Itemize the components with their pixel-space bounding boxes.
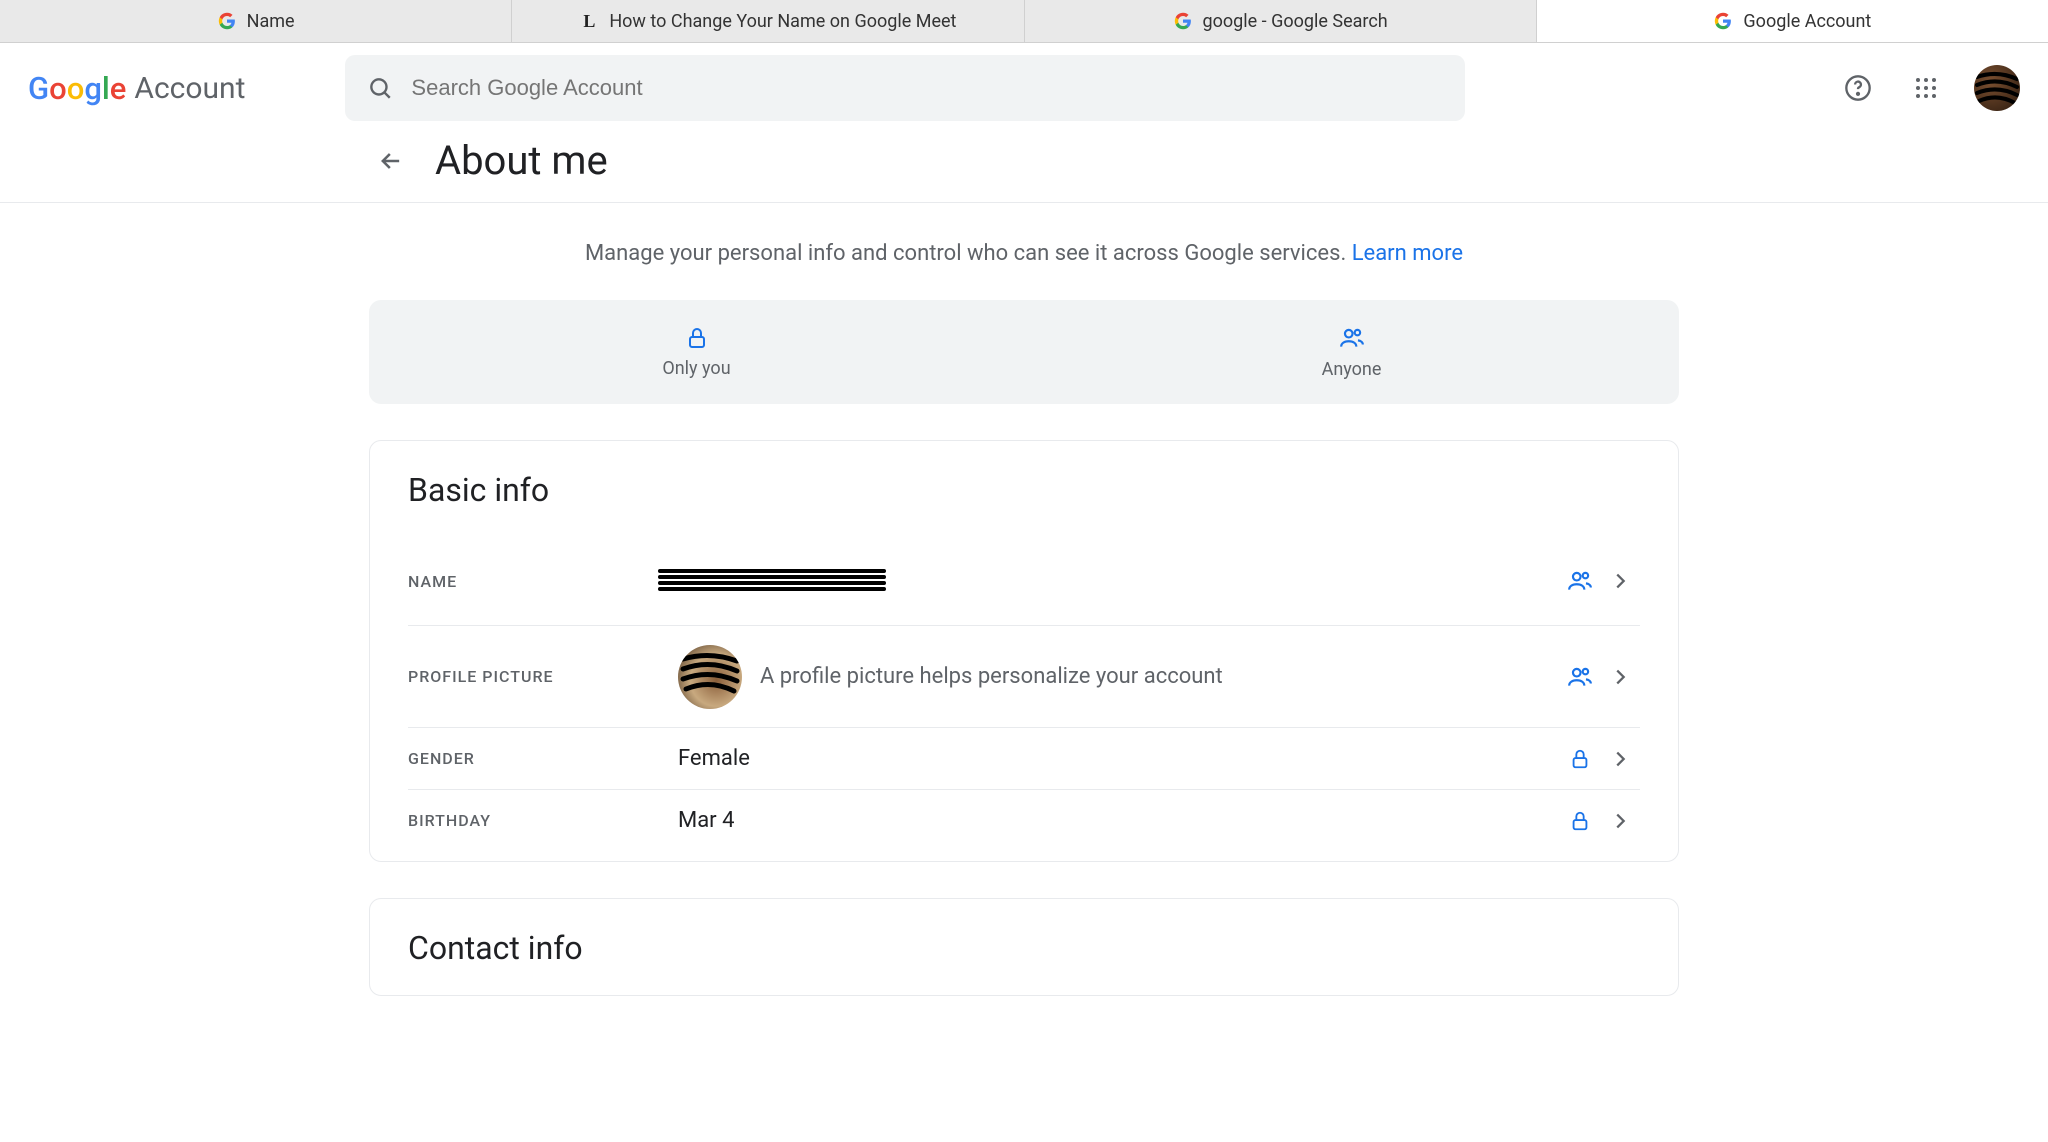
l-favicon-icon: L	[579, 11, 599, 31]
profile-picture-row[interactable]: PROFILE PICTURE A profile picture helps …	[408, 625, 1640, 727]
google-favicon-icon	[217, 11, 237, 31]
visibility-anyone: Anyone	[1024, 300, 1679, 404]
chevron-right-icon	[1600, 666, 1640, 688]
lock-icon	[1560, 748, 1600, 770]
contact-info-card: Contact info	[369, 898, 1679, 996]
name-value: Bhoomika Sharma	[678, 567, 866, 596]
chevron-right-icon	[1600, 570, 1640, 592]
tab-label: Name	[247, 11, 295, 32]
account-avatar[interactable]	[1974, 65, 2020, 111]
lock-icon	[685, 326, 709, 350]
birthday-value: Mar 4	[678, 808, 1560, 833]
gender-value: Female	[678, 746, 1560, 771]
tab-label: Google Account	[1743, 11, 1871, 32]
chevron-right-icon	[1600, 810, 1640, 832]
browser-tab-name[interactable]: Name	[0, 0, 512, 42]
search-bar[interactable]	[345, 55, 1465, 121]
google-favicon-icon	[1713, 11, 1733, 31]
name-row[interactable]: NAME Bhoomika Sharma	[408, 537, 1640, 625]
apps-grid-button[interactable]	[1906, 68, 1946, 108]
tab-label: google - Google Search	[1203, 11, 1388, 32]
people-icon	[1560, 664, 1600, 690]
chevron-right-icon	[1600, 748, 1640, 770]
basic-info-title: Basic info	[408, 471, 1640, 509]
search-icon	[367, 75, 393, 101]
main-content: Manage your personal info and control wh…	[369, 203, 1679, 996]
intro-text: Manage your personal info and control wh…	[369, 203, 1679, 300]
logo-suffix: Account	[134, 71, 245, 106]
browser-tab-search[interactable]: google - Google Search	[1025, 0, 1537, 42]
browser-tab-howto[interactable]: L How to Change Your Name on Google Meet	[512, 0, 1024, 42]
learn-more-link[interactable]: Learn more	[1352, 241, 1463, 266]
page-title: About me	[435, 137, 608, 184]
intro-text-body: Manage your personal info and control wh…	[585, 241, 1352, 266]
visibility-bar: Only you Anyone	[369, 300, 1679, 404]
tab-label: How to Change Your Name on Google Meet	[609, 11, 956, 32]
people-icon	[1339, 325, 1365, 351]
name-label: NAME	[408, 572, 678, 591]
google-logo-icon: Google	[28, 70, 126, 107]
avatar-scribble-icon	[1974, 65, 2020, 111]
people-icon	[1560, 568, 1600, 594]
contact-info-title: Contact info	[408, 929, 1640, 967]
google-account-logo[interactable]: Google Account	[28, 70, 245, 107]
visibility-anyone-label: Anyone	[1322, 359, 1382, 380]
back-button[interactable]	[371, 141, 411, 181]
birthday-label: BIRTHDAY	[408, 811, 678, 830]
gender-label: GENDER	[408, 749, 678, 768]
profile-picture-hint: A profile picture helps personalize your…	[760, 664, 1223, 689]
browser-tab-account[interactable]: Google Account	[1537, 0, 2048, 42]
browser-tabs: Name L How to Change Your Name on Google…	[0, 0, 2048, 43]
basic-info-card: Basic info NAME Bhoomika Sharma	[369, 440, 1679, 862]
header-actions	[1838, 65, 2020, 111]
birthday-row[interactable]: BIRTHDAY Mar 4	[408, 789, 1640, 851]
gender-row[interactable]: GENDER Female	[408, 727, 1640, 789]
app-header: Google Account	[0, 43, 2048, 133]
page-title-section: About me	[0, 137, 2048, 203]
search-input[interactable]	[411, 75, 1443, 101]
scribble-icon	[678, 645, 742, 709]
visibility-only-you-label: Only you	[662, 358, 730, 379]
lock-icon	[1560, 810, 1600, 832]
visibility-only-you: Only you	[369, 300, 1024, 404]
google-favicon-icon	[1173, 11, 1193, 31]
help-button[interactable]	[1838, 68, 1878, 108]
profile-picture-label: PROFILE PICTURE	[408, 667, 678, 686]
profile-picture-thumbnail	[678, 645, 742, 709]
